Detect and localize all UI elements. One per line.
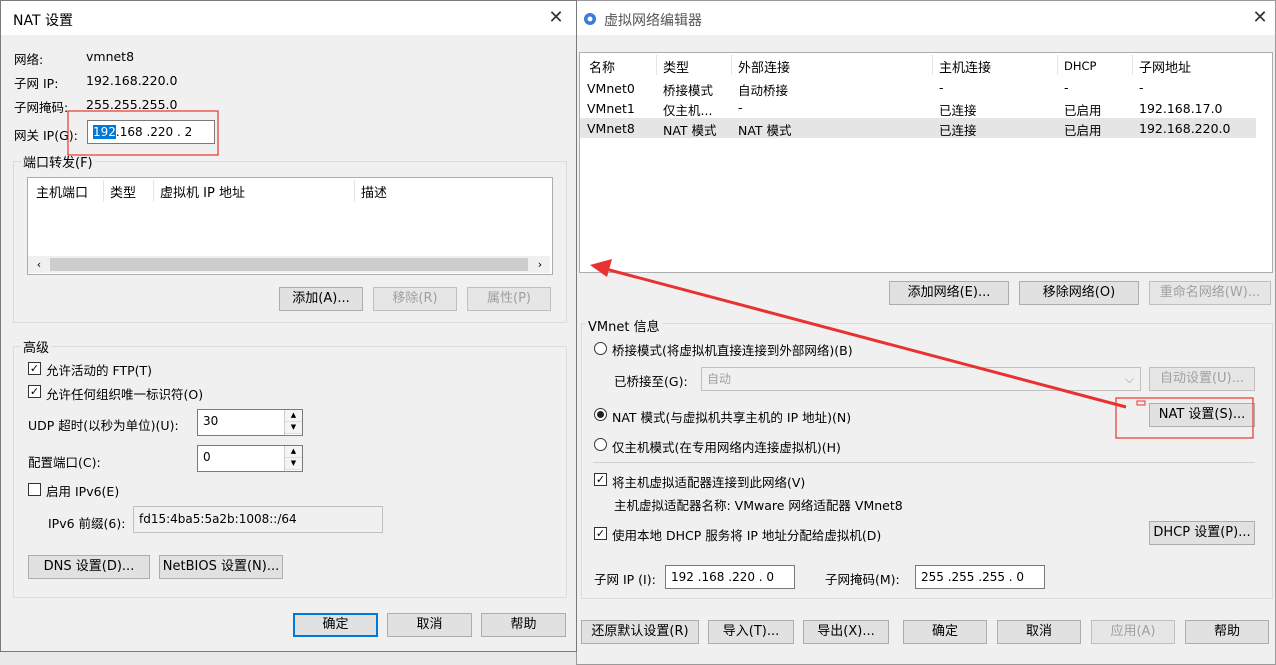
gateway-highlight-box <box>67 110 219 156</box>
annotation-arrow-line <box>601 266 1127 409</box>
annotation-overlay <box>67 110 1254 439</box>
small-marker-box <box>1136 400 1146 406</box>
annotation-arrowhead <box>590 259 612 277</box>
